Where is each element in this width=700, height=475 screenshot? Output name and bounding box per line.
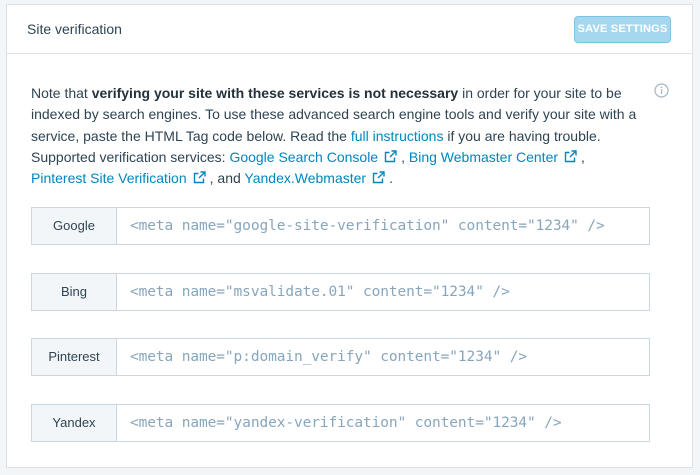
external-link-icon (193, 171, 206, 184)
service-label-google: Google (31, 207, 116, 245)
link-label: Bing Webmaster Center (408, 148, 559, 165)
yandex-webmaster-link[interactable]: Yandex.Webmaster (244, 170, 389, 186)
note-text: Note that (31, 85, 92, 101)
bing-webmaster-center-link[interactable]: Bing Webmaster Center (409, 149, 581, 165)
link-label: Yandex.Webmaster (244, 170, 367, 187)
yandex-verification-row: Yandex (31, 404, 650, 442)
separator: , and (209, 170, 245, 187)
pinterest-verification-row: Pinterest (31, 338, 650, 376)
separator: , (581, 148, 585, 165)
note-bold-text: verifying your site with these services … (91, 85, 459, 101)
external-link-icon (372, 171, 385, 184)
link-label: Pinterest Site Verification (31, 170, 187, 187)
full-instructions-link[interactable]: full instructions (351, 128, 444, 144)
google-verification-row: Google (31, 207, 650, 245)
link-label: Google Search Console (229, 148, 379, 165)
info-icon[interactable] (654, 83, 669, 98)
pinterest-site-verification-link[interactable]: Pinterest Site Verification (31, 170, 210, 186)
service-label-yandex: Yandex (31, 404, 116, 442)
card-title: Site verification (27, 21, 122, 37)
separator: , (401, 148, 409, 165)
service-label-pinterest: Pinterest (31, 338, 116, 376)
pinterest-verification-input[interactable] (116, 338, 650, 376)
bing-verification-row: Bing (31, 273, 650, 311)
external-link-icon (384, 150, 397, 163)
verification-note: Note that verifying your site with these… (31, 83, 641, 189)
external-link-icon (564, 150, 577, 163)
service-label-bing: Bing (31, 273, 116, 311)
site-verification-card: Site verification SAVE SETTINGS Note tha… (6, 4, 693, 468)
save-settings-button[interactable]: SAVE SETTINGS (574, 16, 671, 43)
card-header: Site verification SAVE SETTINGS (7, 5, 692, 54)
yandex-verification-input[interactable] (116, 404, 650, 442)
google-search-console-link[interactable]: Google Search Console (229, 149, 401, 165)
bing-verification-input[interactable] (116, 273, 650, 311)
google-verification-input[interactable] (116, 207, 650, 245)
period: . (389, 170, 393, 187)
